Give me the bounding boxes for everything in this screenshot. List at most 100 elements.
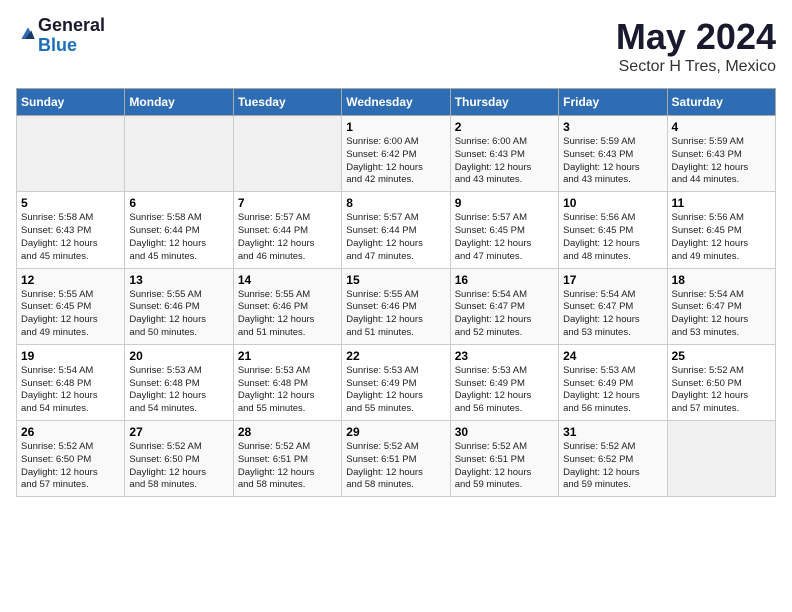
calendar-cell: 2 Sunrise: 6:00 AM Sunset: 6:43 PM Daylig… <box>450 116 558 192</box>
day-number: 3 <box>563 120 662 134</box>
calendar-cell: 5 Sunrise: 5:58 AM Sunset: 6:43 PM Daylig… <box>17 192 125 268</box>
day-number: 18 <box>672 273 771 287</box>
logo-general-text: General <box>38 16 105 36</box>
day-info: Sunrise: 5:52 AM Sunset: 6:52 PM Dayligh… <box>563 441 662 492</box>
day-number: 25 <box>672 349 771 363</box>
calendar-cell: 7 Sunrise: 5:57 AM Sunset: 6:44 PM Daylig… <box>233 192 341 268</box>
calendar-cell: 3 Sunrise: 5:59 AM Sunset: 6:43 PM Daylig… <box>559 116 667 192</box>
logo-icon <box>18 24 38 44</box>
day-number: 11 <box>672 196 771 210</box>
header-cell-saturday: Saturday <box>667 89 775 116</box>
calendar-cell: 12 Sunrise: 5:55 AM Sunset: 6:45 PM Dayli… <box>17 268 125 344</box>
day-number: 8 <box>346 196 445 210</box>
day-info: Sunrise: 5:52 AM Sunset: 6:51 PM Dayligh… <box>455 441 554 492</box>
day-info: Sunrise: 5:56 AM Sunset: 6:45 PM Dayligh… <box>563 212 662 263</box>
title-block: May 2024 Sector H Tres, Mexico <box>616 16 776 76</box>
day-info: Sunrise: 5:53 AM Sunset: 6:49 PM Dayligh… <box>346 365 445 416</box>
header-cell-thursday: Thursday <box>450 89 558 116</box>
calendar-cell: 28 Sunrise: 5:52 AM Sunset: 6:51 PM Dayli… <box>233 421 341 497</box>
header-cell-tuesday: Tuesday <box>233 89 341 116</box>
calendar-cell: 13 Sunrise: 5:55 AM Sunset: 6:46 PM Dayli… <box>125 268 233 344</box>
day-info: Sunrise: 5:57 AM Sunset: 6:44 PM Dayligh… <box>346 212 445 263</box>
day-number: 19 <box>21 349 120 363</box>
day-info: Sunrise: 5:53 AM Sunset: 6:49 PM Dayligh… <box>455 365 554 416</box>
day-info: Sunrise: 5:59 AM Sunset: 6:43 PM Dayligh… <box>672 136 771 187</box>
calendar-header: SundayMondayTuesdayWednesdayThursdayFrid… <box>17 89 776 116</box>
page-header: General Blue May 2024 Sector H Tres, Mex… <box>16 16 776 76</box>
day-info: Sunrise: 5:52 AM Sunset: 6:51 PM Dayligh… <box>346 441 445 492</box>
calendar-cell: 18 Sunrise: 5:54 AM Sunset: 6:47 PM Dayli… <box>667 268 775 344</box>
day-info: Sunrise: 5:54 AM Sunset: 6:48 PM Dayligh… <box>21 365 120 416</box>
day-number: 2 <box>455 120 554 134</box>
header-cell-sunday: Sunday <box>17 89 125 116</box>
day-number: 14 <box>238 273 337 287</box>
month-title: May 2024 <box>616 16 776 58</box>
day-info: Sunrise: 5:54 AM Sunset: 6:47 PM Dayligh… <box>455 289 554 340</box>
calendar-cell: 24Sunrise: 5:53 AM Sunset: 6:49 PM Dayli… <box>559 344 667 420</box>
calendar-cell <box>17 116 125 192</box>
calendar-cell <box>667 421 775 497</box>
day-number: 1 <box>346 120 445 134</box>
day-info: Sunrise: 5:58 AM Sunset: 6:43 PM Dayligh… <box>21 212 120 263</box>
day-number: 6 <box>129 196 228 210</box>
day-number: 10 <box>563 196 662 210</box>
calendar-cell: 4 Sunrise: 5:59 AM Sunset: 6:43 PM Daylig… <box>667 116 775 192</box>
day-info: Sunrise: 5:52 AM Sunset: 6:50 PM Dayligh… <box>129 441 228 492</box>
calendar-cell: 31Sunrise: 5:52 AM Sunset: 6:52 PM Dayli… <box>559 421 667 497</box>
day-number: 21 <box>238 349 337 363</box>
calendar-cell: 20 Sunrise: 5:53 AM Sunset: 6:48 PM Dayli… <box>125 344 233 420</box>
calendar-cell: 29 Sunrise: 5:52 AM Sunset: 6:51 PM Dayli… <box>342 421 450 497</box>
calendar-week-5: 26 Sunrise: 5:52 AM Sunset: 6:50 PM Dayli… <box>17 421 776 497</box>
day-number: 22 <box>346 349 445 363</box>
day-info: Sunrise: 5:55 AM Sunset: 6:46 PM Dayligh… <box>238 289 337 340</box>
day-info: Sunrise: 5:58 AM Sunset: 6:44 PM Dayligh… <box>129 212 228 263</box>
day-info: Sunrise: 5:53 AM Sunset: 6:48 PM Dayligh… <box>238 365 337 416</box>
calendar-cell: 17Sunrise: 5:54 AM Sunset: 6:47 PM Dayli… <box>559 268 667 344</box>
day-number: 17 <box>563 273 662 287</box>
day-info: Sunrise: 5:52 AM Sunset: 6:51 PM Dayligh… <box>238 441 337 492</box>
calendar-cell: 26 Sunrise: 5:52 AM Sunset: 6:50 PM Dayli… <box>17 421 125 497</box>
calendar-body: 1Sunrise: 6:00 AM Sunset: 6:42 PM Daylig… <box>17 116 776 497</box>
day-info: Sunrise: 5:55 AM Sunset: 6:45 PM Dayligh… <box>21 289 120 340</box>
day-info: Sunrise: 5:59 AM Sunset: 6:43 PM Dayligh… <box>563 136 662 187</box>
calendar-week-4: 19 Sunrise: 5:54 AM Sunset: 6:48 PM Dayli… <box>17 344 776 420</box>
day-info: Sunrise: 6:00 AM Sunset: 6:43 PM Dayligh… <box>455 136 554 187</box>
calendar-cell: 8 Sunrise: 5:57 AM Sunset: 6:44 PM Daylig… <box>342 192 450 268</box>
calendar-week-3: 12 Sunrise: 5:55 AM Sunset: 6:45 PM Dayli… <box>17 268 776 344</box>
calendar-week-2: 5 Sunrise: 5:58 AM Sunset: 6:43 PM Daylig… <box>17 192 776 268</box>
day-number: 4 <box>672 120 771 134</box>
calendar-cell: 19 Sunrise: 5:54 AM Sunset: 6:48 PM Dayli… <box>17 344 125 420</box>
day-number: 16 <box>455 273 554 287</box>
day-number: 29 <box>346 425 445 439</box>
day-info: Sunrise: 5:54 AM Sunset: 6:47 PM Dayligh… <box>672 289 771 340</box>
day-number: 27 <box>129 425 228 439</box>
calendar-cell: 21 Sunrise: 5:53 AM Sunset: 6:48 PM Dayli… <box>233 344 341 420</box>
day-info: Sunrise: 5:56 AM Sunset: 6:45 PM Dayligh… <box>672 212 771 263</box>
day-info: Sunrise: 5:53 AM Sunset: 6:49 PM Dayligh… <box>563 365 662 416</box>
calendar-week-1: 1Sunrise: 6:00 AM Sunset: 6:42 PM Daylig… <box>17 116 776 192</box>
day-number: 13 <box>129 273 228 287</box>
calendar-cell: 27 Sunrise: 5:52 AM Sunset: 6:50 PM Dayli… <box>125 421 233 497</box>
day-number: 28 <box>238 425 337 439</box>
day-info: Sunrise: 5:57 AM Sunset: 6:44 PM Dayligh… <box>238 212 337 263</box>
day-info: Sunrise: 5:53 AM Sunset: 6:48 PM Dayligh… <box>129 365 228 416</box>
day-number: 7 <box>238 196 337 210</box>
day-number: 26 <box>21 425 120 439</box>
calendar-cell: 23Sunrise: 5:53 AM Sunset: 6:49 PM Dayli… <box>450 344 558 420</box>
calendar-cell: 14 Sunrise: 5:55 AM Sunset: 6:46 PM Dayli… <box>233 268 341 344</box>
header-cell-wednesday: Wednesday <box>342 89 450 116</box>
day-number: 20 <box>129 349 228 363</box>
day-number: 5 <box>21 196 120 210</box>
day-number: 15 <box>346 273 445 287</box>
logo-blue-text: Blue <box>38 36 105 56</box>
day-info: Sunrise: 5:57 AM Sunset: 6:45 PM Dayligh… <box>455 212 554 263</box>
day-info: Sunrise: 5:52 AM Sunset: 6:50 PM Dayligh… <box>672 365 771 416</box>
header-cell-monday: Monday <box>125 89 233 116</box>
calendar-cell: 10 Sunrise: 5:56 AM Sunset: 6:45 PM Dayli… <box>559 192 667 268</box>
day-info: Sunrise: 5:52 AM Sunset: 6:50 PM Dayligh… <box>21 441 120 492</box>
day-number: 12 <box>21 273 120 287</box>
day-info: Sunrise: 5:55 AM Sunset: 6:46 PM Dayligh… <box>129 289 228 340</box>
location-subtitle: Sector H Tres, Mexico <box>616 58 776 76</box>
day-number: 9 <box>455 196 554 210</box>
calendar-cell <box>125 116 233 192</box>
